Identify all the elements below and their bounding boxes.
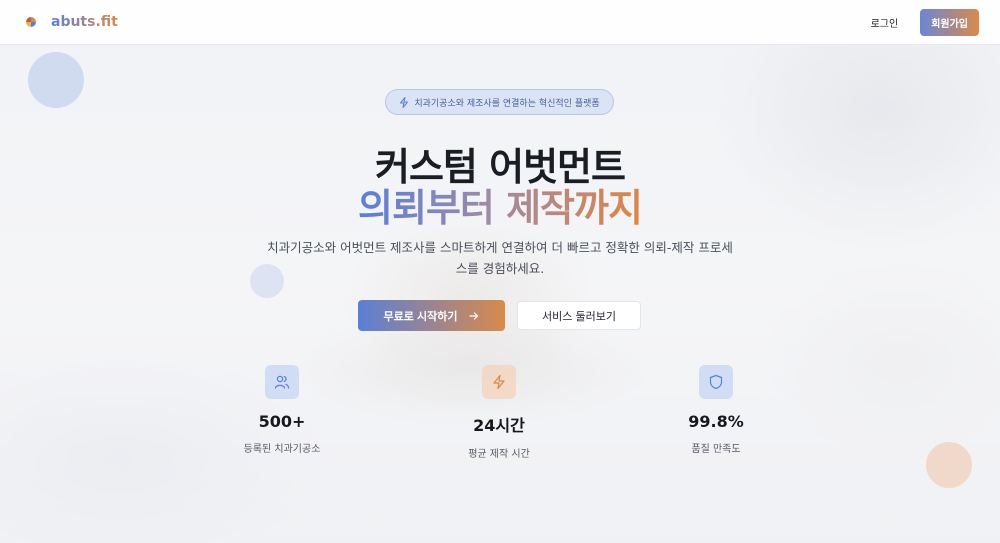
stat-label: 품질 만족도 [691, 444, 741, 455]
shield-icon [699, 365, 733, 399]
signup-button[interactable]: 회원가입 [920, 8, 979, 36]
start-free-label: 무료로 시작하기 [383, 310, 458, 323]
hero-section: 치과기공소와 제조사를 연결하는 혁신적인 플랫폼 커스텀 어벗먼트 의뢰부터 … [0, 44, 1000, 543]
users-icon [265, 365, 299, 399]
stat-value: 99.8% [688, 412, 744, 431]
stat-production-time: 24시간 평균 제작 시간 [419, 365, 579, 460]
lightning-icon [482, 365, 516, 399]
lightning-icon [399, 96, 409, 108]
hero-title-gradient-text: 의뢰부터 제작까지 [358, 186, 643, 230]
badge-text: 치과기공소와 제조사를 연결하는 혁신적인 플랫폼 [414, 98, 600, 109]
top-navigation: abuts.fit 로그인 회원가입 [0, 0, 1000, 45]
stat-labs: 500+ 등록된 치과기공소 [202, 365, 362, 455]
stat-label: 평균 제작 시간 [468, 449, 530, 460]
stat-value: 500+ [258, 412, 306, 431]
login-link[interactable]: 로그인 [871, 15, 899, 30]
stat-value: 24시간 [473, 416, 525, 435]
platform-badge: 치과기공소와 제조사를 연결하는 혁신적인 플랫폼 [385, 89, 614, 115]
service-tour-button[interactable]: 서비스 둘러보기 [517, 301, 641, 330]
hero-description: 치과기공소와 어벗먼트 제조사를 스마트하게 연결하여 더 빠르고 정확한 의뢰… [267, 240, 733, 276]
brand-name: abuts.fit [51, 14, 118, 30]
start-free-button[interactable]: 무료로 시작하기 [358, 300, 505, 331]
logo-icon [20, 11, 42, 33]
stat-label: 등록된 치과기공소 [243, 444, 321, 455]
hero-title-gradient: 의뢰부터 제작까지 [0, 177, 1000, 232]
stat-quality: 99.8% 품질 만족도 [636, 365, 796, 455]
brand-logo[interactable]: abuts.fit [20, 11, 118, 33]
arrow-right-icon [469, 311, 479, 321]
